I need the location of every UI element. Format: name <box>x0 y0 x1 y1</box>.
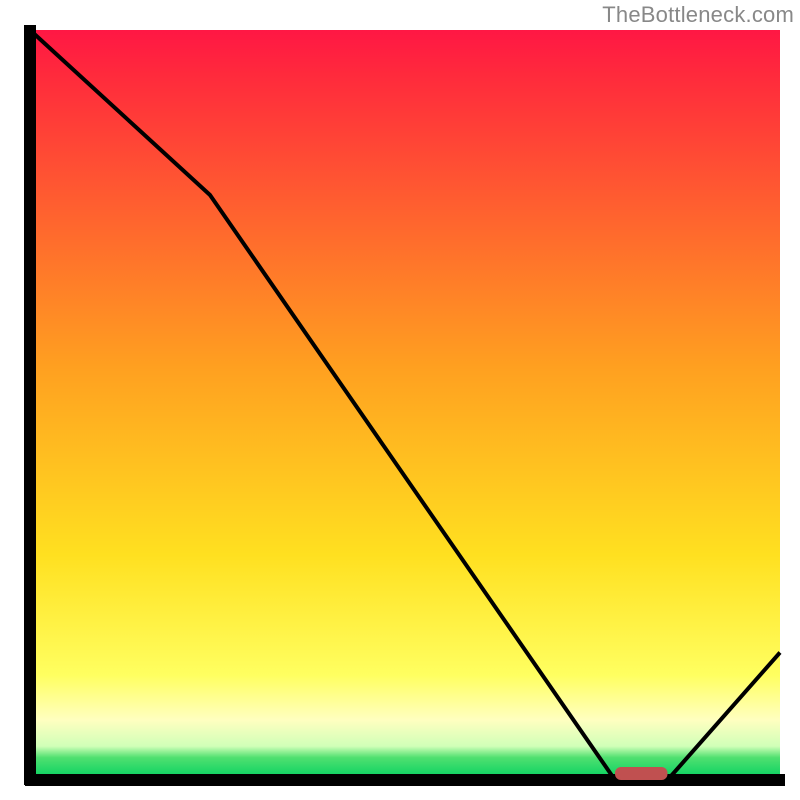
optimal-marker <box>615 767 668 780</box>
chart-container: TheBottleneck.com <box>0 0 800 800</box>
bottleneck-chart <box>0 0 800 800</box>
watermark-text: TheBottleneck.com <box>602 2 794 28</box>
gradient-background <box>30 30 780 780</box>
